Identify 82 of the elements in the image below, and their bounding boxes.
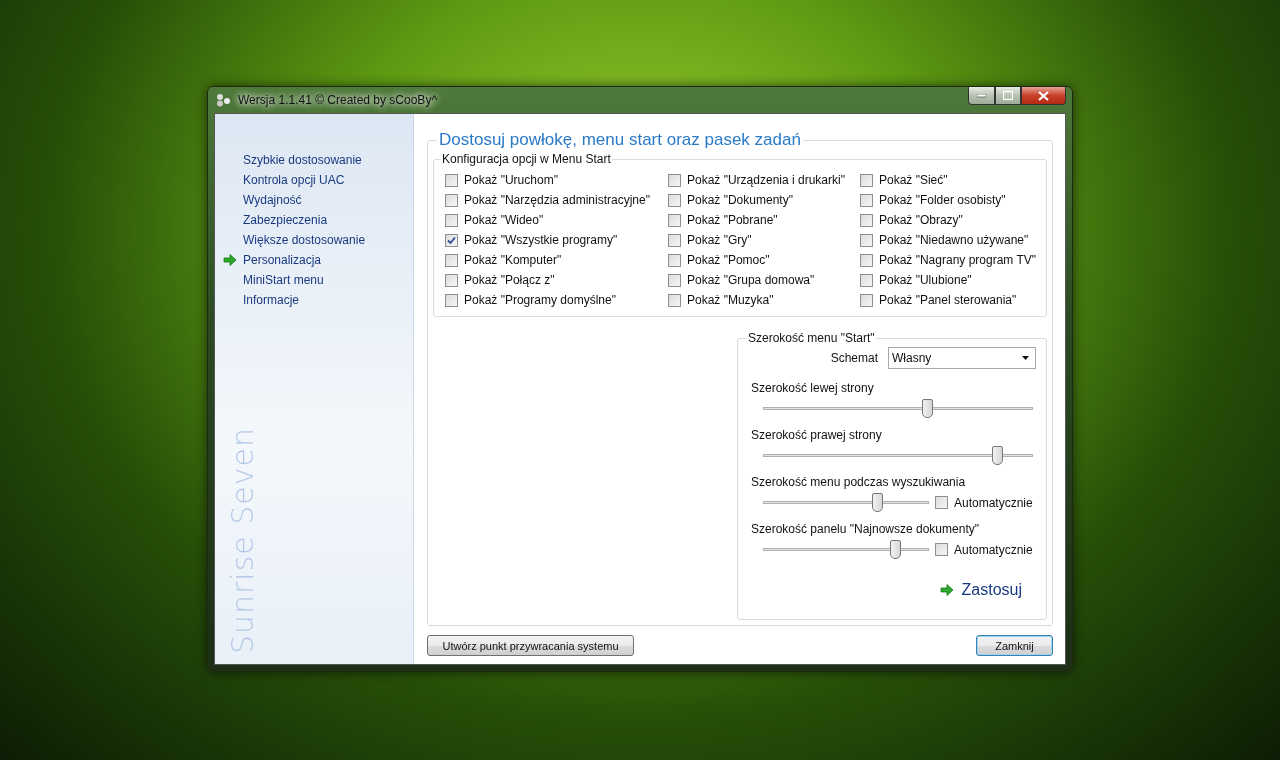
checkbox-label: Pokaż "Grupa domowa" <box>687 273 815 287</box>
sidebar-item[interactable]: Zabezpieczenia <box>223 213 328 227</box>
checkbox-label: Pokaż "Gry" <box>687 233 752 247</box>
window-title: Wersja 1.1.41 © Created by sCooBy^ <box>238 93 438 107</box>
close-button[interactable] <box>1021 87 1066 105</box>
checkbox[interactable] <box>860 253 873 267</box>
checkbox-label: Pokaż "Narzędzia administracyjne" <box>464 193 650 207</box>
slider-thumb[interactable] <box>890 540 902 559</box>
sidebar-item[interactable]: Większe dostosowanie <box>223 233 366 247</box>
checkbox-label: Pokaż "Muzyka" <box>687 293 774 307</box>
checkbox[interactable] <box>445 273 458 287</box>
checkbox[interactable] <box>935 543 948 556</box>
checkbox[interactable] <box>668 253 681 267</box>
checkbox[interactable] <box>445 173 458 187</box>
checkbox[interactable] <box>445 293 458 307</box>
slider-thumb[interactable] <box>992 446 1004 465</box>
checkbox[interactable] <box>860 273 873 287</box>
scheme-dropdown[interactable]: Własny <box>888 347 1036 369</box>
slider-thumb[interactable] <box>922 399 934 418</box>
field-label: Schemat <box>830 351 878 365</box>
checkbox[interactable] <box>668 273 681 287</box>
checkbox-label: Pokaż "Wideo" <box>464 213 544 227</box>
caret-icon <box>1022 356 1029 360</box>
checkbox-label: Pokaż "Nagrany program TV" <box>879 253 1037 267</box>
maximize-button[interactable] <box>995 87 1021 105</box>
close-icon <box>1038 90 1049 101</box>
slider-label: Szerokość prawej strony <box>751 428 883 442</box>
checkbox-label: Pokaż "Sieć" <box>879 173 948 187</box>
apply-button[interactable]: Zastosuj <box>939 581 1022 599</box>
checkbox-label: Pokaż "Połącz z" <box>464 273 555 287</box>
arrow-icon <box>223 254 237 266</box>
slider-label: Szerokość panelu "Najnowsze dokumenty" <box>751 522 980 536</box>
checkbox-label: Pokaż "Programy domyślne" <box>464 293 616 307</box>
checkbox[interactable] <box>668 233 681 247</box>
sidebar-item[interactable]: Szybkie dostosowanie <box>223 153 362 167</box>
minimize-icon <box>977 93 986 98</box>
section-title: Dostosuj powłokę, menu start oraz pasek zadań <box>438 130 802 150</box>
checkbox-label: Pokaż "Uruchom" <box>464 173 558 187</box>
app-icon <box>216 93 232 107</box>
maximize-icon <box>1003 91 1013 100</box>
sidebar-item[interactable]: Informacje <box>223 293 300 307</box>
checkbox[interactable] <box>445 213 458 227</box>
checkbox-label: Automatycznie <box>954 542 1033 557</box>
checkbox-label: Pokaż "Urządzenia i drukarki" <box>687 173 845 187</box>
sidebar-item[interactable]: Kontrola opcji UAC <box>223 173 345 187</box>
checkbox-label: Pokaż "Obrazy" <box>879 213 963 227</box>
sidebar-item[interactable]: MiniStart menu <box>223 273 324 287</box>
checkbox[interactable] <box>668 173 681 187</box>
slider-label: Szerokość lewej strony <box>751 381 875 395</box>
checkbox[interactable] <box>668 213 681 227</box>
checkbox-label: Pokaż "Niedawno używane" <box>879 233 1029 247</box>
checkbox-label: Pokaż "Pomoc" <box>687 253 770 267</box>
sidebar-item[interactable]: Personalizacja <box>223 253 322 267</box>
checkbox[interactable] <box>668 193 681 207</box>
restore-point-button[interactable]: Utwórz punkt przywracania systemu <box>427 635 634 656</box>
slider-thumb[interactable] <box>872 493 884 512</box>
checkbox-label: Pokaż "Folder osobisty" <box>879 193 1006 207</box>
group-title: Konfiguracja opcji w Menu Start <box>441 152 612 166</box>
brand-text: Sunrise Seven <box>225 426 260 654</box>
sidebar-item[interactable]: Wydajność <box>223 193 302 207</box>
checkbox-label: Pokaż "Panel sterowania" <box>879 293 1017 307</box>
arrow-icon <box>939 584 954 596</box>
group-title: Szerokość menu "Start" <box>747 331 876 345</box>
checkbox[interactable] <box>445 193 458 207</box>
checkbox-label: Pokaż "Pobrane" <box>687 213 778 227</box>
checkbox[interactable] <box>445 233 458 247</box>
slider-label: Szerokość menu podczas wyszukiwania <box>751 475 967 489</box>
checkbox-label: Pokaż "Wszystkie programy" <box>464 233 618 247</box>
checkbox[interactable] <box>668 293 681 307</box>
checkbox[interactable] <box>860 293 873 307</box>
checkbox-label: Automatycznie <box>954 495 1033 510</box>
checkbox-label: Pokaż "Ulubione" <box>879 273 972 287</box>
checkbox-label: Pokaż "Dokumenty" <box>687 193 793 207</box>
checkbox[interactable] <box>860 213 873 227</box>
close-dialog-button[interactable]: Zamknij <box>976 635 1053 656</box>
checkbox[interactable] <box>860 173 873 187</box>
checkbox[interactable] <box>860 193 873 207</box>
checkbox[interactable] <box>935 496 948 509</box>
minimize-button[interactable] <box>968 87 995 105</box>
checkbox[interactable] <box>445 253 458 267</box>
checkbox-label: Pokaż "Komputer" <box>464 253 562 267</box>
checkbox[interactable] <box>860 233 873 247</box>
